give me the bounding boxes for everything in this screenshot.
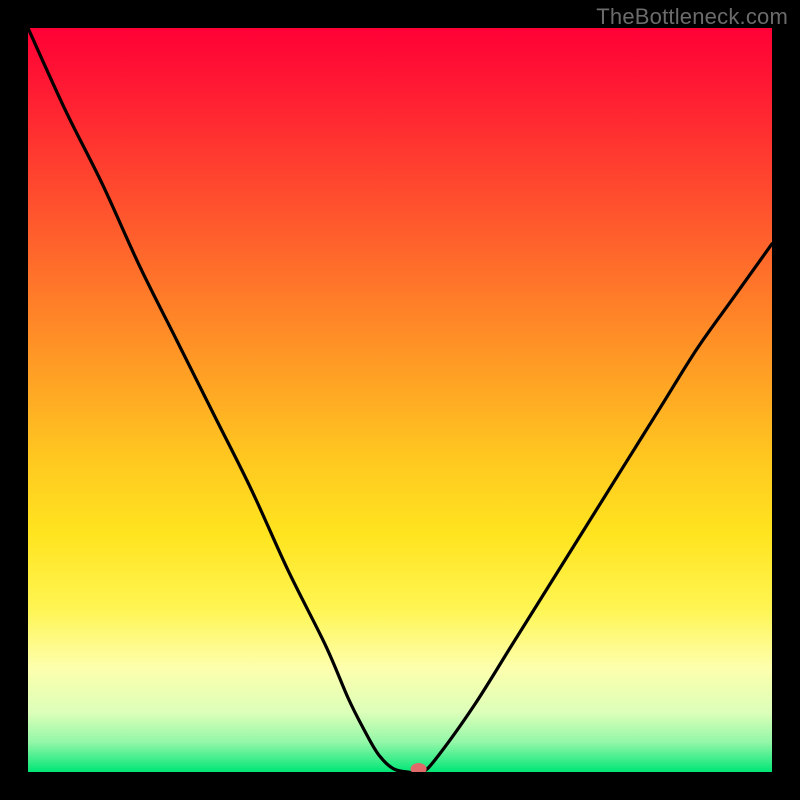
watermark-text: TheBottleneck.com [596,4,788,30]
background-gradient [28,28,772,772]
chart-frame: TheBottleneck.com [0,0,800,800]
plot-area [28,28,772,772]
chart-svg [28,28,772,772]
